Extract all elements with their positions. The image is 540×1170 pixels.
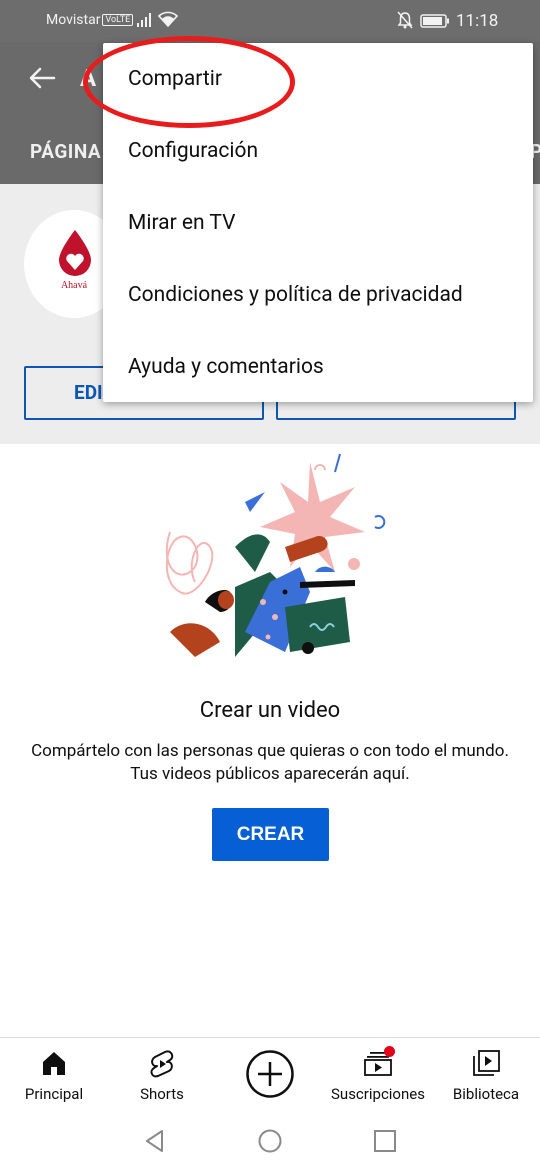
nav-label-principal: Principal — [24, 1085, 84, 1103]
nav-item-create[interactable] — [232, 1038, 308, 1111]
volte-badge: VoLTE — [102, 14, 134, 26]
nav-item-principal[interactable]: Principal — [8, 1038, 100, 1111]
menu-item-configuracion[interactable]: Configuración — [103, 115, 533, 187]
menu-item-condiciones[interactable]: Condiciones y política de privacidad — [103, 259, 533, 331]
empty-state-description-line2: Tus videos públicos aparecerán aquí. — [130, 764, 410, 784]
nav-label-biblioteca: Biblioteca — [452, 1085, 520, 1103]
nav-label-shorts: Shorts — [140, 1085, 184, 1103]
tab-home[interactable]: PÁGINA — [30, 140, 101, 163]
empty-state-description: Compártelo con las personas que quieras … — [0, 740, 540, 786]
notification-dot — [384, 1046, 395, 1057]
nav-item-shorts[interactable]: Shorts — [116, 1038, 208, 1111]
wifi-icon — [158, 11, 178, 27]
system-navigation-bar — [0, 1110, 540, 1170]
library-icon — [473, 1050, 500, 1076]
home-icon — [43, 1052, 65, 1075]
system-back-icon[interactable] — [142, 1128, 168, 1154]
status-bar: Movistar VoLTE 11:18 — [0, 0, 540, 42]
carrier-label: Movistar — [46, 12, 101, 28]
nav-label-suscripciones: Suscripciones — [331, 1085, 425, 1103]
back-arrow-icon[interactable] — [24, 60, 60, 96]
system-recents-icon[interactable] — [372, 1128, 398, 1154]
menu-item-mirar-en-tv[interactable]: Mirar en TV — [103, 187, 533, 259]
overflow-menu: Compartir Configuración Mirar en TV Cond… — [103, 43, 533, 402]
create-button[interactable]: CREAR — [212, 808, 329, 861]
create-video-illustration — [165, 453, 386, 657]
clock: 11:18 — [456, 11, 499, 31]
menu-item-compartir[interactable]: Compartir — [103, 43, 533, 115]
drop-heart-logo — [59, 230, 91, 276]
edit-channel-label: EDI — [74, 381, 103, 404]
nav-item-suscripciones[interactable]: Suscripciones — [320, 1038, 436, 1111]
bottom-navigation: Principal Shorts Suscripciones Bibliotec… — [0, 1037, 540, 1110]
system-home-icon[interactable] — [257, 1128, 283, 1154]
carrier-name: Movistar VoLTE — [46, 12, 134, 28]
signal-icon — [137, 13, 151, 27]
channel-title: A — [80, 64, 97, 92]
notifications-off-icon — [397, 11, 413, 29]
empty-state-description-line1: Compártelo con las personas que quieras … — [31, 741, 509, 761]
nav-item-biblioteca[interactable]: Biblioteca — [440, 1038, 532, 1111]
empty-state-title: Crear un video — [199, 698, 341, 723]
battery-icon — [420, 14, 449, 28]
shorts-icon — [150, 1050, 174, 1078]
menu-item-ayuda[interactable]: Ayuda y comentarios — [103, 331, 533, 403]
add-icon — [246, 1050, 294, 1098]
